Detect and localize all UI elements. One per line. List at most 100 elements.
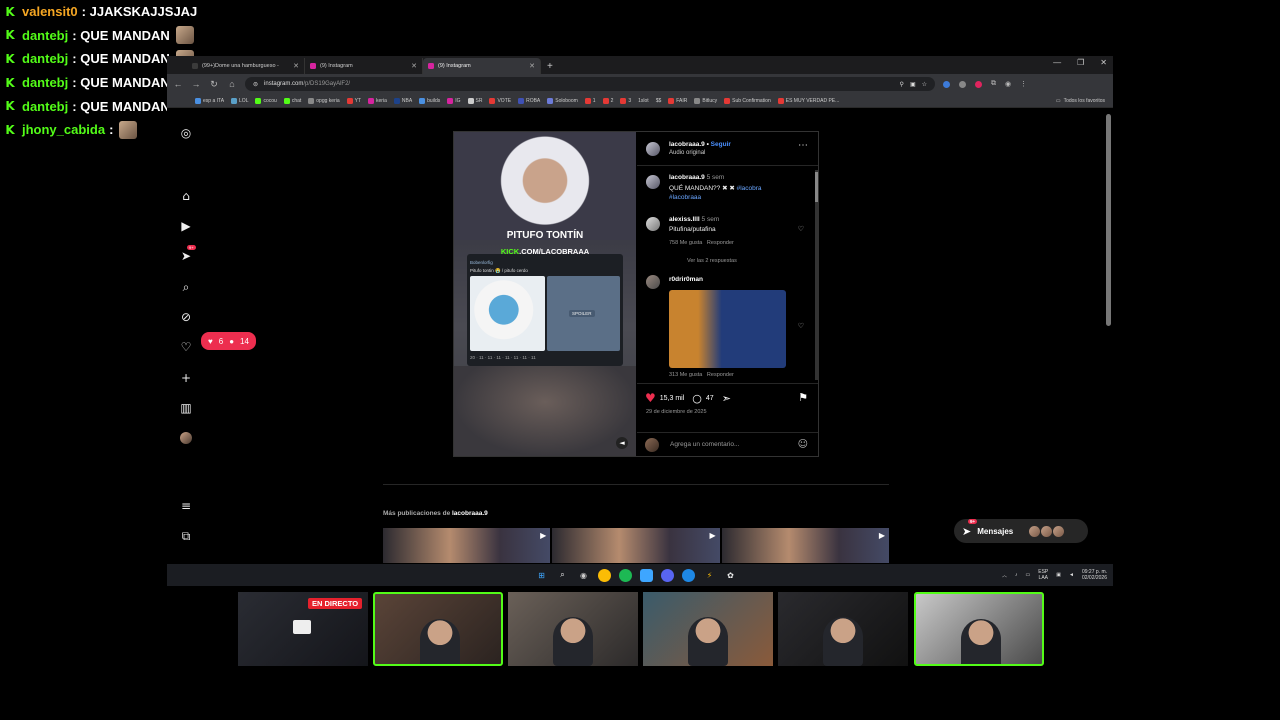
menu-icon[interactable]: ⋮	[1020, 80, 1027, 88]
extension-icon[interactable]	[943, 80, 950, 88]
notifications-heart-icon[interactable]: ♡	[175, 337, 197, 357]
bookmark[interactable]: NBA	[393, 97, 412, 104]
bookmark[interactable]: 2	[602, 97, 613, 104]
audio-label[interactable]: Audio original	[669, 150, 705, 156]
bookmark[interactable]: builds	[419, 97, 440, 104]
volume-icon[interactable]: ◄	[616, 437, 628, 449]
bookmark[interactable]: IG	[447, 97, 461, 104]
browser-tab-active[interactable]: (9) Instagram ✕	[423, 58, 541, 74]
obs-icon[interactable]: ◉	[577, 569, 590, 582]
bookmark[interactable]: $$	[656, 98, 662, 104]
forward-icon[interactable]: →	[191, 79, 201, 89]
bookmark[interactable]: esp a ITA	[195, 97, 224, 104]
post-thumbnail[interactable]: ▶	[721, 528, 889, 563]
more-menu-icon[interactable]: ≡	[175, 496, 197, 516]
author-avatar[interactable]	[646, 142, 660, 156]
new-tab-icon[interactable]: +	[547, 58, 553, 74]
comment-icon[interactable]: ○	[692, 392, 702, 405]
page-scrollbar[interactable]	[1106, 114, 1111, 326]
post-media[interactable]: PITUFO TONTÍN KICK.COM/LACOBRAAA Bobenlo…	[454, 132, 636, 456]
minimize-icon[interactable]: —	[1053, 58, 1061, 67]
view-replies[interactable]: Ver las 2 respuestas	[687, 258, 737, 264]
instagram-logo-icon[interactable]: ◎	[175, 123, 197, 143]
restore-icon[interactable]: ❐	[1077, 58, 1084, 67]
close-icon[interactable]: ✕	[293, 62, 299, 70]
bookmark[interactable]: 1slot	[638, 98, 649, 104]
comment-avatar[interactable]	[646, 275, 660, 289]
bookmark[interactable]: Soloboom	[547, 97, 578, 104]
like-heart-icon[interactable]: ♥	[645, 391, 656, 405]
url-input[interactable]: ⊜ instagram.com/p/DS19GayAlF2/ ⚲ ▣ ☆	[245, 77, 935, 91]
reply-button[interactable]: Responder	[707, 372, 734, 378]
caption-avatar[interactable]	[646, 175, 660, 189]
browser-tab[interactable]: (9) Instagram ✕	[305, 58, 423, 74]
save-bookmark-icon[interactable]: ⚑	[798, 391, 808, 404]
caption-hashtag[interactable]: #lacobraaa	[669, 194, 701, 201]
zoom-icon[interactable]: ⚲	[900, 81, 904, 88]
volume-icon[interactable]: ◄	[1069, 572, 1074, 578]
follow-button[interactable]: Seguir	[711, 141, 731, 148]
like-count[interactable]: 15,3 mil	[660, 395, 685, 402]
bookmark[interactable]: keria	[368, 97, 387, 104]
bookmark[interactable]: chat	[283, 97, 301, 104]
file-icon[interactable]	[640, 568, 653, 582]
bookmark[interactable]: VOTE	[489, 97, 511, 104]
display-icon[interactable]: ▭	[1026, 572, 1031, 578]
close-icon[interactable]: ✕	[529, 62, 535, 70]
site-info-icon[interactable]: ⊜	[253, 81, 258, 88]
messages-button[interactable]: ➤ 9+ Mensajes	[954, 519, 1088, 543]
all-favorites[interactable]: ▭ Todos los favoritos	[1056, 98, 1113, 104]
bookmark[interactable]: 1	[584, 97, 596, 104]
edge-icon[interactable]	[682, 568, 695, 582]
star-icon[interactable]: ☆	[922, 81, 927, 88]
reply-button[interactable]: Responder	[707, 240, 734, 246]
browser-tab[interactable]: (99+)Dome una hamburgueso - ✕	[187, 58, 305, 74]
also-from-meta-icon[interactable]: ⧉	[175, 526, 197, 546]
comment-user[interactable]: r0drir0man	[669, 276, 703, 283]
bookmark[interactable]: 3	[620, 97, 631, 104]
reels-icon[interactable]: ▶	[175, 216, 197, 236]
bookmark[interactable]: cocou	[255, 97, 277, 104]
post-thumbnail[interactable]: ▶	[383, 528, 551, 563]
comments-scroll-thumb[interactable]	[815, 172, 818, 202]
chrome-icon[interactable]	[598, 568, 611, 582]
puzzle-icon[interactable]: ⧉	[991, 80, 996, 88]
install-icon[interactable]: ▣	[910, 81, 916, 88]
profile-avatar[interactable]	[175, 428, 197, 448]
extension-icon[interactable]	[975, 80, 982, 88]
comment-like-icon[interactable]: ♡	[798, 225, 804, 233]
search-icon[interactable]: ⌕	[175, 277, 197, 297]
comment-user[interactable]: alexiss.llll 5 sem	[669, 216, 719, 223]
profile-icon[interactable]: ◉	[1005, 80, 1011, 88]
post-thumbnail[interactable]: ▶	[552, 528, 720, 563]
clock[interactable]: 09:27 p. m. 02/02/2026	[1082, 569, 1107, 581]
bookmark[interactable]: ROBA	[518, 97, 540, 104]
network-icon[interactable]: ▣	[1056, 572, 1061, 578]
comment-like-icon[interactable]: ♡	[798, 322, 804, 330]
comment-input[interactable]: Agrega un comentario...	[670, 441, 739, 448]
chevron-up-icon[interactable]: ︿	[1002, 572, 1007, 579]
bookmark[interactable]: SR	[467, 97, 482, 104]
more-posts-account[interactable]: lacobraaa.9	[452, 510, 488, 517]
bookmark[interactable]: opgg keria	[308, 97, 340, 104]
home-nav-icon[interactable]: ⌂	[175, 186, 197, 206]
search-icon[interactable]: ⌕	[556, 569, 569, 582]
dashboard-icon[interactable]: ▥	[175, 398, 197, 418]
close-icon[interactable]: ✕	[411, 62, 417, 70]
bookmark[interactable]: FAIR	[668, 97, 687, 104]
reload-icon[interactable]: ↻	[209, 79, 219, 90]
bookmark[interactable]: LOL	[231, 97, 248, 104]
emoji-icon[interactable]: ☺	[798, 439, 808, 450]
bookmark[interactable]: YT	[346, 97, 361, 104]
bookmark[interactable]: Bitlucy	[694, 97, 717, 104]
more-options-icon[interactable]: ⋯	[798, 140, 808, 151]
author-username[interactable]: lacobraaa.9	[669, 141, 705, 148]
notification-pill[interactable]: ♥ 6 ● 14	[201, 332, 256, 350]
create-icon[interactable]: +	[175, 368, 197, 388]
spotify-icon[interactable]	[619, 568, 632, 582]
bookmark[interactable]: ES MUY VERDAD PE...	[777, 97, 839, 104]
explore-icon[interactable]: ⊘	[175, 307, 197, 327]
discord-icon[interactable]	[661, 568, 674, 582]
home-icon[interactable]: ⌂	[227, 79, 237, 89]
controller-icon[interactable]: ✿	[724, 569, 737, 582]
